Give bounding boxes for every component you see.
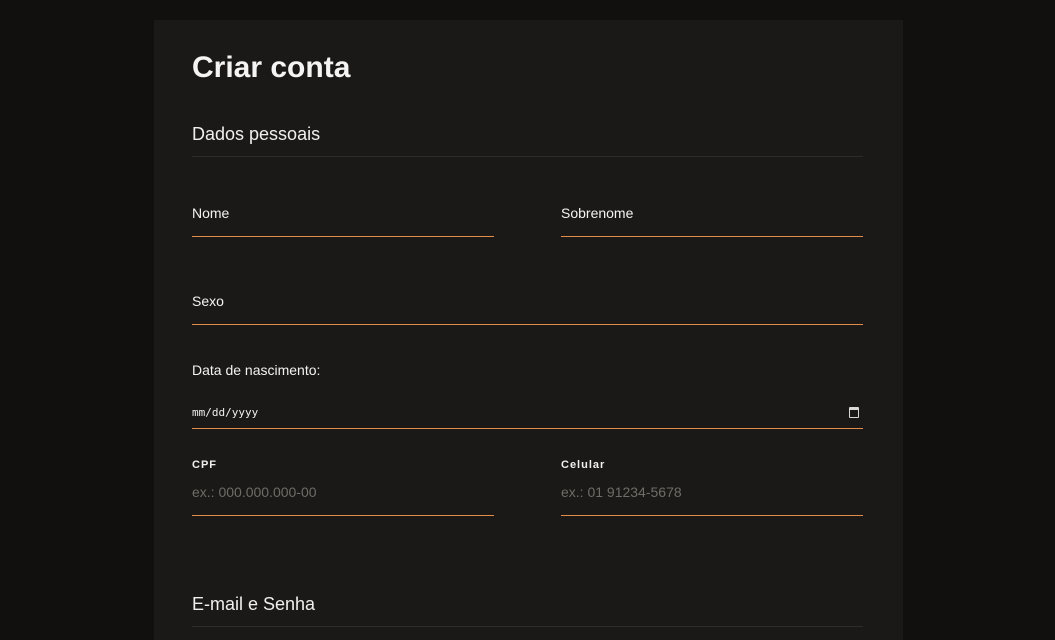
sobrenome-field[interactable]: Sobrenome [561,196,863,237]
celular-field[interactable]: Celular [561,459,863,516]
cpf-label: CPF [192,459,217,471]
nome-field[interactable]: Nome [192,196,494,237]
section-title-credentials: E-mail e Senha [192,594,316,614]
nome-input[interactable] [192,216,494,234]
sobrenome-input[interactable] [561,216,863,234]
section-divider [192,156,863,157]
sexo-input[interactable] [192,304,863,322]
birthdate-field[interactable]: Data de nascimento: mm/dd/yyyy [192,362,863,429]
sexo-field[interactable]: Sexo [192,284,863,325]
celular-label: Celular [561,459,606,471]
cpf-input[interactable] [192,483,494,501]
page-title: Criar conta [192,51,351,84]
section-divider [192,626,863,627]
section-title-personal: Dados pessoais [192,124,321,144]
birthdate-label: Data de nascimento: [192,362,321,378]
birthdate-input[interactable]: mm/dd/yyyy [192,406,258,419]
calendar-icon[interactable] [849,407,859,418]
signup-card: Criar conta Dados pessoais Nome Sobrenom… [154,20,903,640]
cpf-field[interactable]: CPF [192,459,494,516]
celular-input[interactable] [561,483,863,501]
